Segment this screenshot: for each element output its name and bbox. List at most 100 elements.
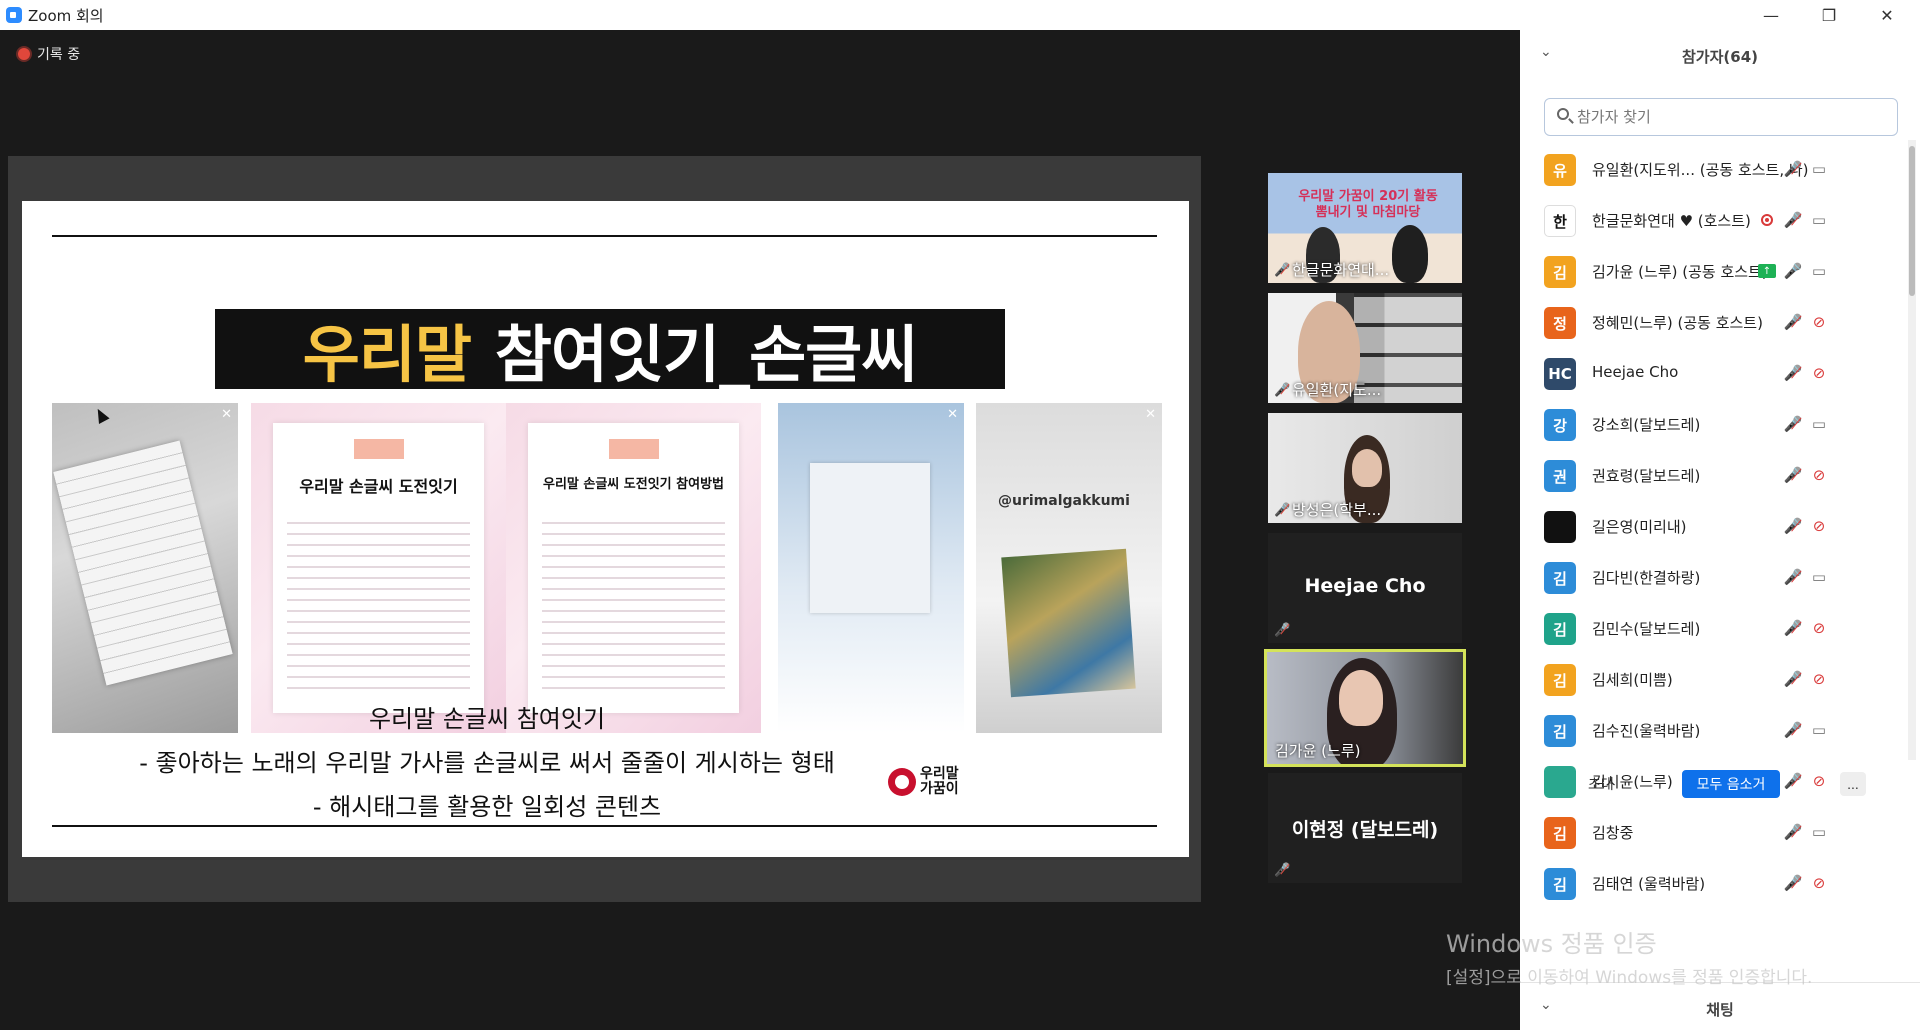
participant-avatar: 김 [1544,613,1576,645]
mic-muted-icon[interactable]: 🎤̸ [1782,719,1804,741]
participants-panel: ⌄ 참가자(64) 유유일환(지도위... (공동 호스트, 나)🎤̸▭한한글문… [1520,30,1920,1030]
mic-muted-icon[interactable]: 🎤̸ [1782,515,1804,537]
mic-muted-icon[interactable]: 🎤̸ [1782,464,1804,486]
participant-row[interactable]: 유 유일환(지도위... (공동 호스트, 나) 🎤̸ ▭ [1520,144,1900,194]
participant-row[interactable]: 권 권효령(달보드레) 🎤̸ ⊘ [1520,450,1900,500]
participant-row[interactable]: 김 김가윤 (느루) (공동 호스트) ↑ 🎤 ▭ [1520,246,1900,296]
participant-row[interactable]: 김 김민수(달보드레) 🎤̸ ⊘ [1520,603,1900,653]
participant-search[interactable] [1544,98,1898,136]
poster-heading: 우리말 손글씨 도전잇기 참여방법 [542,477,725,492]
participant-name: 김창중 [1592,824,1634,842]
participant-name: 정혜민(느루) (공동 호스트) [1592,314,1763,332]
minimize-button[interactable]: — [1746,0,1796,30]
window-title: Zoom 회의 [28,7,104,25]
camera-off-icon[interactable]: ⊘ [1808,311,1830,333]
participant-search-input[interactable] [1577,103,1877,131]
close-button[interactable]: ✕ [1862,0,1912,30]
handwritten-photo-image [1001,548,1136,698]
handwritten-card-image [810,463,930,613]
participant-name: 권효령(달보드레) [1592,467,1701,485]
participant-avatar: 한 [1544,205,1576,237]
camera-icon[interactable]: ▭ [1808,566,1830,588]
camera-off-icon[interactable]: ⊘ [1808,872,1830,894]
mic-muted-icon[interactable]: 🎤̸ [1782,362,1804,384]
mic-muted-icon[interactable]: 🎤̸ [1782,209,1804,231]
zoom-app-icon [6,7,22,23]
screen-share-icon: ↑ [1756,260,1778,282]
scrollbar-thumb[interactable] [1909,146,1915,296]
watermark-line-1: Windows 정품 인증 [1446,930,1657,958]
participant-name: 한글문화연대... [1292,261,1390,279]
mic-muted-icon[interactable]: 🎤̸ [1782,311,1804,333]
thumbnail-sky: ✕ [778,403,964,733]
recording-indicator[interactable]: 기록 중 [18,44,80,64]
mic-muted-icon[interactable]: 🎤̸ [1782,413,1804,435]
camera-icon[interactable]: ▭ [1808,413,1830,435]
participant-row[interactable]: 정 정혜민(느루) (공동 호스트) 🎤̸ ⊘ [1520,297,1900,347]
video-tile-4-active-speaker[interactable]: 김가윤 (느루) [1264,649,1466,767]
participant-row[interactable]: 김 김세희(미쁨) 🎤̸ ⊘ [1520,654,1900,704]
participant-row[interactable]: 김 김수진(울력바람) 🎤̸ ▭ [1520,705,1900,755]
poster-tag [608,439,659,459]
invite-button[interactable]: 초대 [1588,774,1614,794]
recording-label: 기록 중 [37,47,81,63]
mute-all-button[interactable]: 모두 음소거 [1682,770,1780,798]
thumbnail-pink-poster-2: 우리말 손글씨 도전잇기 참여방법 [506,403,761,733]
participant-name: 김태연 (울력바람) [1592,875,1706,893]
camera-icon[interactable]: ▭ [1808,158,1830,180]
participant-name: 강소희(달보드레) [1592,416,1701,434]
mic-muted-icon[interactable]: 🎤̸ [1782,566,1804,588]
mic-muted-icon[interactable]: 🎤̸ [1782,158,1804,180]
close-icon: ✕ [947,407,958,422]
participant-row[interactable]: 길은영(미리내) 🎤̸ ⊘ [1520,501,1900,551]
mic-icon[interactable]: 🎤 [1782,260,1804,282]
participant-row[interactable]: 김 김태연 (울력바람) 🎤̸ ⊘ [1520,858,1900,908]
participant-avatar: 권 [1544,460,1576,492]
slide-title: 우리말 참여잇기_손글씨 [215,309,1005,391]
more-options-button[interactable]: ... [1840,772,1866,796]
participant-big-name: 이현정 (달보드레) [1291,819,1439,841]
bottom-rule [52,825,1157,827]
camera-icon[interactable]: ▭ [1808,719,1830,741]
video-tile-5[interactable]: 이현정 (달보드레) 🎤̸ [1268,773,1462,883]
participant-row[interactable]: HC Heejae Cho 🎤̸ ⊘ [1520,348,1900,398]
participant-list-scrollbar[interactable] [1908,140,1916,760]
participant-row[interactable]: 한 한글문화연대 ♥ (호스트) 🎤̸ ▭ [1520,195,1900,245]
camera-off-icon[interactable]: ⊘ [1808,617,1830,639]
participant-avatar: 김 [1544,868,1576,900]
mic-muted-icon[interactable]: 🎤̸ [1782,872,1804,894]
shared-screen[interactable]: 우리말 참여잇기_손글씨 ✕ 우리말 손글씨 도전잇기 우리말 손글씨 도전잇기… [8,156,1201,902]
mic-muted-icon[interactable]: 🎤̸ [1782,617,1804,639]
caption-line-1: 우리말 손글씨 참여잇기 [368,705,606,733]
camera-off-icon[interactable]: ⊘ [1808,362,1830,384]
video-tile-1[interactable]: 🎤̸ 유일환(지도... [1268,293,1462,403]
close-icon: ✕ [1145,407,1156,422]
banner-text: 우리말 가꿈이 20기 활동뽐내기 및 마침마당 [1298,189,1438,220]
participant-avatar: 유 [1544,154,1576,186]
video-tile-2[interactable]: 🎤̸ 방성은(학부... [1268,413,1462,523]
camera-off-icon[interactable]: ⊘ [1808,668,1830,690]
camera-icon[interactable]: ▭ [1808,209,1830,231]
muted-mic-icon: 🎤̸ [1274,383,1291,398]
video-tile-0[interactable]: 우리말 가꿈이 20기 활동뽐내기 및 마침마당 🎤̸ 한글문화연대... [1268,173,1462,283]
mic-muted-icon[interactable]: 🎤̸ [1782,821,1804,843]
caption-line-3: - 해시태그를 활용한 일회성 콘텐츠 [312,793,662,821]
thumbnail-pink-poster-1: 우리말 손글씨 도전잇기 [251,403,506,733]
participant-row[interactable]: 강 강소희(달보드레) 🎤̸ ▭ [1520,399,1900,449]
mic-muted-icon[interactable]: 🎤̸ [1782,668,1804,690]
muted-mic-icon: 🎤̸ [1274,623,1291,638]
camera-off-icon[interactable]: ⊘ [1808,515,1830,537]
camera-icon[interactable]: ▭ [1808,260,1830,282]
participant-row[interactable]: 김 김창중 🎤̸ ▭ [1520,807,1900,857]
video-tile-3[interactable]: Heejae Cho 🎤̸ [1268,533,1462,643]
handwritten-note-image [53,440,233,686]
participant-row[interactable]: 김 김다빈(한결하랑) 🎤̸ ▭ [1520,552,1900,602]
participant-big-name: Heejae Cho [1304,575,1426,597]
thumbnail-notebook: ✕ [52,403,238,733]
camera-icon[interactable]: ▭ [1808,821,1830,843]
meeting-area: 기록 중 우리말 참여잇기_손글씨 ✕ 우리말 손글씨 도전잇기 우리말 손글씨… [0,30,1520,1030]
camera-off-icon[interactable]: ⊘ [1808,464,1830,486]
participant-avatar: 김 [1544,817,1576,849]
participant-avatar: 강 [1544,409,1576,441]
restore-button[interactable]: ❐ [1804,0,1854,30]
